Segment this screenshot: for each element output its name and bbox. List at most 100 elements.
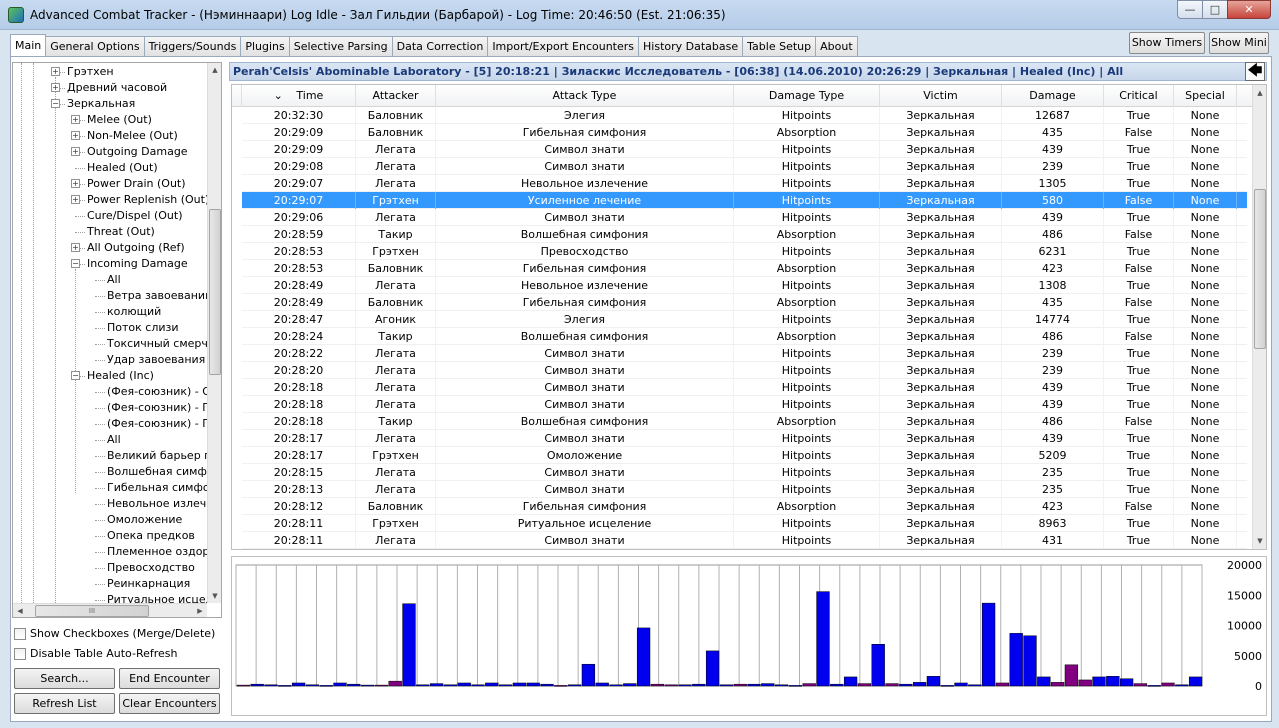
expand-icon[interactable]: + bbox=[71, 131, 80, 140]
tree-node[interactable]: Реинкарнация bbox=[107, 576, 190, 592]
table-scroll-down-icon[interactable]: ▼ bbox=[1253, 537, 1266, 545]
tab-import-export-encounters[interactable]: Import/Export Encounters bbox=[487, 36, 640, 56]
column-header-special[interactable]: Special bbox=[1174, 85, 1237, 107]
tab-history-database[interactable]: History Database bbox=[638, 36, 744, 56]
disable-refresh-checkbox[interactable] bbox=[14, 648, 26, 660]
scroll-down-icon[interactable]: ▼ bbox=[208, 592, 221, 600]
tree-node[interactable]: Древний часовой bbox=[67, 80, 167, 96]
tab-general-options[interactable]: General Options bbox=[45, 36, 145, 56]
table-row[interactable]: 20:29:06 Легата Символ знати Hitpoints Зерка… bbox=[242, 209, 1247, 226]
show-checkboxes-option[interactable]: Show Checkboxes (Merge/Delete) bbox=[14, 627, 215, 643]
back-arrow-icon[interactable]: 🡄 bbox=[1245, 62, 1265, 81]
tree-node[interactable]: Гибельная симфони bbox=[107, 480, 207, 496]
disable-refresh-option[interactable]: Disable Table Auto-Refresh bbox=[14, 647, 178, 663]
column-header-damage-type[interactable]: Damage Type bbox=[734, 85, 880, 107]
column-header-damage[interactable]: Damage bbox=[1002, 85, 1104, 107]
expand-icon[interactable]: + bbox=[71, 243, 80, 252]
search-button[interactable]: Search... bbox=[14, 668, 115, 689]
tree-node[interactable]: Cure/Dispel (Out) bbox=[87, 208, 183, 224]
tree-node[interactable]: Невольное излечен bbox=[107, 496, 207, 512]
table-vertical-scrollbar[interactable]: ▲ ▼ bbox=[1252, 85, 1266, 549]
end-encounter-button[interactable]: End Encounter bbox=[119, 668, 220, 689]
table-row[interactable]: 20:28:47 Агоник Элегия Hitpoints Зеркальная 1… bbox=[242, 311, 1247, 328]
table-row[interactable]: 20:28:20 Легата Символ знати Hitpoints Зерка… bbox=[242, 362, 1247, 379]
tab-plugins[interactable]: Plugins bbox=[240, 36, 290, 56]
tree-node[interactable]: (Фея-союзник) - Оз bbox=[107, 384, 207, 400]
tree-node[interactable]: Грэтхен bbox=[67, 64, 114, 80]
tree-node[interactable]: Healed (Out) bbox=[87, 160, 158, 176]
table-row[interactable]: 20:28:22 Легата Символ знати Hitpoints Зерка… bbox=[242, 345, 1247, 362]
table-row[interactable]: 20:28:12 Баловник Гибельная симфония Absorp… bbox=[242, 498, 1247, 515]
table-row[interactable]: 20:28:53 Баловник Гибельная симфония Absorp… bbox=[242, 260, 1247, 277]
tree-node[interactable]: Power Drain (Out) bbox=[87, 176, 186, 192]
tree-scroll-thumb[interactable] bbox=[209, 209, 221, 375]
expand-icon[interactable]: + bbox=[71, 147, 80, 156]
tree-node[interactable]: Healed (Inc) bbox=[87, 368, 154, 384]
tree-node[interactable]: Ритуальное исцеле bbox=[107, 592, 207, 603]
column-header-critical[interactable]: Critical bbox=[1104, 85, 1174, 107]
tree-node[interactable]: (Фея-союзник) - По bbox=[107, 400, 207, 416]
collapse-icon[interactable]: − bbox=[51, 99, 60, 108]
attack-table[interactable]: ⌄ Time Attacker Attack Type Damage Type Vict… bbox=[231, 84, 1267, 550]
table-row[interactable]: 20:28:15 Легата Символ знати Hitpoints Зерка… bbox=[242, 464, 1247, 481]
tree-node[interactable]: Поток слизи bbox=[107, 320, 179, 336]
tab-table-setup[interactable]: Table Setup bbox=[742, 36, 817, 56]
show-checkboxes-checkbox[interactable] bbox=[14, 628, 26, 640]
tree-node[interactable]: Племенное оздоро bbox=[107, 544, 207, 560]
tree-node[interactable]: All bbox=[107, 272, 121, 288]
tree-node[interactable]: Melee (Out) bbox=[87, 112, 152, 128]
tab-about[interactable]: About bbox=[815, 36, 858, 56]
tab-data-correction[interactable]: Data Correction bbox=[391, 36, 489, 56]
column-header-victim[interactable]: Victim bbox=[880, 85, 1002, 107]
clear-encounters-button[interactable]: Clear Encounters bbox=[119, 693, 220, 714]
collapse-icon[interactable]: − bbox=[71, 371, 80, 380]
table-row[interactable]: 20:28:17 Грэтхен Омоложение Hitpoints Зеркал… bbox=[242, 447, 1247, 464]
tree-node[interactable]: Incoming Damage bbox=[87, 256, 188, 272]
table-row[interactable]: 20:32:30 Баловник Элегия Hitpoints Зеркальна… bbox=[242, 107, 1247, 124]
column-header-attacker[interactable]: Attacker bbox=[356, 85, 436, 107]
tree-node[interactable]: Non-Melee (Out) bbox=[87, 128, 178, 144]
tree-node[interactable]: Зеркальная bbox=[67, 96, 135, 112]
table-row[interactable]: 20:28:49 Легата Невольное излечение Hitpoin… bbox=[242, 277, 1247, 294]
tree-node[interactable]: Омоложение bbox=[107, 512, 182, 528]
show-mini-button[interactable]: Show Mini bbox=[1209, 32, 1269, 54]
show-timers-button[interactable]: Show Timers bbox=[1129, 32, 1205, 54]
expand-icon[interactable]: + bbox=[71, 179, 80, 188]
tab-main[interactable]: Main bbox=[10, 34, 47, 56]
tree-node[interactable]: Удар завоевания bbox=[107, 352, 205, 368]
expand-icon[interactable]: + bbox=[71, 195, 80, 204]
minimize-button[interactable]: — bbox=[1177, 0, 1203, 19]
encounter-tree[interactable]: + Грэтхен + Древний часовой − Зеркальная + Mele… bbox=[12, 62, 222, 618]
table-row[interactable]: 20:29:07 Легата Невольное излечение Hitpoin… bbox=[242, 175, 1247, 192]
table-row[interactable]: 20:28:24 Такир Волшебная симфония Absorptio… bbox=[242, 328, 1247, 345]
table-row[interactable]: 20:29:08 Легата Символ знати Hitpoints Зерка… bbox=[242, 158, 1247, 175]
table-row[interactable]: 20:28:11 Грэтхен Ритуальное исцеление Hitpo… bbox=[242, 515, 1247, 532]
table-row[interactable]: 20:28:59 Такир Волшебная симфония Absorptio… bbox=[242, 226, 1247, 243]
table-row[interactable]: 20:29:07 Грэтхен Усиленное лечение Hitpoint… bbox=[242, 192, 1247, 209]
tree-hscroll-thumb[interactable]: III bbox=[35, 605, 149, 617]
table-row[interactable]: 20:28:49 Баловник Гибельная симфония Absorp… bbox=[242, 294, 1247, 311]
tree-horizontal-scrollbar[interactable]: ◀ III ▶ bbox=[13, 603, 207, 617]
tree-node[interactable]: All bbox=[107, 432, 121, 448]
table-row[interactable]: 20:28:18 Легата Символ знати Hitpoints Зерка… bbox=[242, 379, 1247, 396]
tree-node[interactable]: (Фея-союзник) - По bbox=[107, 416, 207, 432]
table-row[interactable]: 20:29:09 Баловник Гибельная симфония Absorp… bbox=[242, 124, 1247, 141]
tree-node[interactable]: Ветра завоеваний bbox=[107, 288, 207, 304]
scroll-left-icon[interactable]: ◀ bbox=[13, 607, 27, 615]
table-row[interactable]: 20:29:09 Легата Символ знати Hitpoints Зерка… bbox=[242, 141, 1247, 158]
expand-icon[interactable]: + bbox=[71, 115, 80, 124]
table-row[interactable]: 20:28:11 Легата Символ знати Hitpoints Зерка… bbox=[242, 532, 1247, 549]
tree-node[interactable]: Превосходство bbox=[107, 560, 195, 576]
table-row[interactable]: 20:28:17 Легата Символ знати Hitpoints Зерка… bbox=[242, 430, 1247, 447]
table-row[interactable]: 20:28:13 Легата Символ знати Hitpoints Зерка… bbox=[242, 481, 1247, 498]
tree-node[interactable]: Волшебная симфон bbox=[107, 464, 207, 480]
table-scroll-thumb[interactable] bbox=[1254, 189, 1266, 349]
tree-node[interactable]: Threat (Out) bbox=[87, 224, 155, 240]
tab-selective-parsing[interactable]: Selective Parsing bbox=[288, 36, 393, 56]
expand-icon[interactable]: + bbox=[51, 67, 60, 76]
tree-node[interactable]: Power Replenish (Out) bbox=[87, 192, 207, 208]
scroll-up-icon[interactable]: ▲ bbox=[208, 66, 221, 74]
tab-triggers-sounds[interactable]: Triggers/Sounds bbox=[143, 36, 242, 56]
tree-node[interactable]: All Outgoing (Ref) bbox=[87, 240, 185, 256]
expand-icon[interactable]: + bbox=[51, 83, 60, 92]
